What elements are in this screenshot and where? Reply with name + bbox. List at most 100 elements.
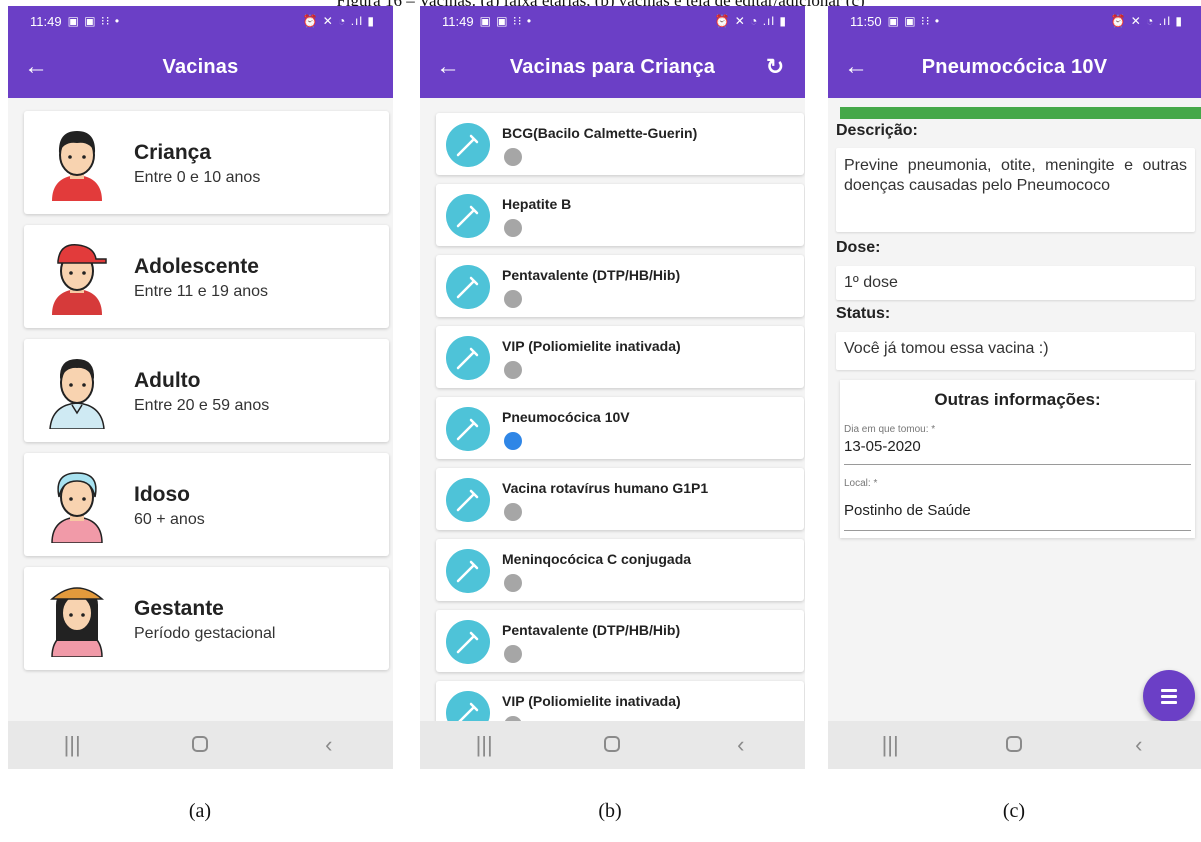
recents-button[interactable]: ||| xyxy=(42,732,102,758)
menu-icon xyxy=(1161,689,1177,692)
elderly-avatar-icon xyxy=(51,472,103,543)
syringe-icon xyxy=(446,194,490,238)
place-field[interactable]: Postinho de Saúde xyxy=(844,502,971,519)
vaccine-name: Pentavalente (DTP/HB/Hib) xyxy=(502,267,681,283)
vaccine-name: Hepatite B xyxy=(502,196,572,212)
category-card-crianca[interactable]: Criança Entre 0 e 10 anos xyxy=(24,111,389,214)
app-title: Vacinas para Criança xyxy=(509,55,716,78)
vaccine-item[interactable]: Meninqocócica C conjugada xyxy=(436,539,804,601)
progress-fill xyxy=(840,107,1201,119)
system-back-button[interactable]: ‹ xyxy=(1109,732,1169,758)
category-name: Idoso xyxy=(134,483,190,506)
vaccine-item[interactable]: Pentavalente (DTP/HB/Hib) xyxy=(436,255,804,317)
back-arrow-icon[interactable]: ← xyxy=(434,53,462,81)
status-bar: 11:50 ▣ ▣ ⁝⁝ • ⏰ ✕ ◔ .ıl ▮ xyxy=(828,6,1201,36)
vaccine-item[interactable]: Pentavalente (DTP/HB/Hib) xyxy=(436,610,804,672)
vaccine-status-dot xyxy=(504,645,522,663)
system-icons: ⏰ ✕ ◔ .ıl ▮ xyxy=(1110,14,1183,28)
dose-box: 1º dose xyxy=(836,266,1195,300)
pregnant-avatar-icon xyxy=(50,587,104,657)
system-back-button[interactable]: ‹ xyxy=(299,732,359,758)
notification-icons: ▣ ▣ ⁝⁝ • xyxy=(887,14,941,28)
category-name: Gestante xyxy=(134,597,224,620)
vaccine-name: Pneumocócica 10V xyxy=(502,409,630,425)
home-button[interactable] xyxy=(984,732,1044,758)
back-arrow-icon[interactable]: ← xyxy=(22,53,50,81)
syringe-icon xyxy=(446,478,490,522)
home-button[interactable] xyxy=(170,732,230,758)
category-age-range: Entre 20 e 59 anos xyxy=(134,397,270,414)
vaccine-item[interactable]: VIP (Poliomielite inativada) xyxy=(436,326,804,388)
vaccine-name: Meninqocócica C conjugada xyxy=(502,551,692,567)
category-age-range: Período gestacional xyxy=(134,625,276,642)
screen-vaccine-detail: 11:50 ▣ ▣ ⁝⁝ • ⏰ ✕ ◔ .ıl ▮ ← Pneumocócic… xyxy=(828,6,1201,769)
screen-vaccine-list: 11:49 ▣ ▣ ⁝⁝ • ⏰ ✕ ◔ .ıl ▮ ← Vacinas par… xyxy=(420,6,805,769)
system-nav-bar: ||| ‹ xyxy=(420,721,805,769)
caption-b: (b) xyxy=(598,800,622,822)
vaccine-status-dot xyxy=(504,148,522,166)
system-back-button[interactable]: ‹ xyxy=(711,732,771,758)
vaccine-status-dot xyxy=(504,574,522,592)
date-field[interactable]: 13-05-2020 xyxy=(844,438,921,455)
vaccine-name: BCG(Bacilo Calmette-Guerin) xyxy=(502,125,698,141)
system-nav-bar: ||| ‹ xyxy=(8,721,393,769)
app-bar: ← Vacinas para Criança ↻ xyxy=(420,36,805,98)
other-info-title: Outras informações: xyxy=(934,390,1101,409)
category-age-range: 60 + anos xyxy=(134,511,205,528)
category-name: Adulto xyxy=(134,369,201,392)
vaccine-item[interactable]: BCG(Bacilo Calmette-Guerin) xyxy=(436,113,804,175)
menu-icon-line xyxy=(1161,701,1177,704)
adult-avatar-icon xyxy=(49,359,105,429)
notification-icons: ▣ ▣ ⁝⁝ • xyxy=(479,14,533,28)
teen-avatar-icon xyxy=(52,244,107,315)
status-bar: 11:49 ▣ ▣ ⁝⁝ • ⏰ ✕ ◔ .ıl ▮ xyxy=(8,6,393,36)
vaccine-item[interactable]: Hepatite B xyxy=(436,184,804,246)
recents-button[interactable]: ||| xyxy=(860,732,920,758)
vaccine-name: VIP (Poliomielite inativada) xyxy=(502,338,681,354)
place-field-label: Local: * xyxy=(844,478,878,489)
app-bar: ← Vacinas xyxy=(8,36,393,98)
vaccine-name: Pentavalente (DTP/HB/Hib) xyxy=(502,622,681,638)
status-label: Status: xyxy=(836,305,891,322)
category-card-adulto[interactable]: Adulto Entre 20 e 59 anos xyxy=(24,339,389,442)
notification-icons: ▣ ▣ ⁝⁝ • xyxy=(67,14,121,28)
description-label: Descrição: xyxy=(836,122,918,139)
child-avatar-icon xyxy=(52,131,102,201)
vaccine-name: Vacina rotavírus humano G1P1 xyxy=(502,480,709,496)
vaccine-status-dot xyxy=(504,361,522,379)
category-card-adolescente[interactable]: Adolescente Entre 11 e 19 anos xyxy=(24,225,389,328)
vaccine-status-dot xyxy=(504,432,522,450)
category-card-gestante[interactable]: Gestante Período gestacional xyxy=(24,567,389,670)
vaccine-progress-bar xyxy=(840,107,1201,119)
vaccine-status-dot xyxy=(504,503,522,521)
status-bar: 11:49 ▣ ▣ ⁝⁝ • ⏰ ✕ ◔ .ıl ▮ xyxy=(420,6,805,36)
syringe-icon xyxy=(446,620,490,664)
recents-button[interactable]: ||| xyxy=(454,732,514,758)
screen-age-groups: 11:49 ▣ ▣ ⁝⁝ • ⏰ ✕ ◔ .ıl ▮ ← Vacinas Cri… xyxy=(8,6,393,769)
other-info-card: Outras informações: Dia em que tomou: * … xyxy=(840,380,1195,538)
category-name: Criança xyxy=(134,141,212,164)
app-title: Vacinas xyxy=(162,55,239,78)
refresh-icon[interactable]: ↻ xyxy=(761,53,789,81)
syringe-icon xyxy=(446,123,490,167)
date-field-label: Dia em que tomou: * xyxy=(844,424,936,435)
caption-c: (c) xyxy=(1002,800,1026,822)
syringe-icon xyxy=(446,407,490,451)
syringe-icon xyxy=(446,549,490,593)
description-box: Previne pneumonia, otite, meningite e ou… xyxy=(836,148,1195,232)
category-age-range: Entre 11 e 19 anos xyxy=(134,283,269,300)
menu-icon-line xyxy=(1161,695,1177,698)
category-card-idoso[interactable]: Idoso 60 + anos xyxy=(24,453,389,556)
back-arrow-icon[interactable]: ← xyxy=(842,53,870,81)
vaccine-item[interactable]: Vacina rotavírus humano G1P1 xyxy=(436,468,804,530)
caption-a: (a) xyxy=(188,800,212,822)
vaccine-name: VIP (Poliomielite inativada) xyxy=(502,693,681,709)
home-icon xyxy=(604,736,621,752)
status-time: 11:49 xyxy=(442,13,474,29)
home-button[interactable] xyxy=(582,732,642,758)
category-age-range: Entre 0 e 10 anos xyxy=(134,169,261,186)
vaccine-status-dot xyxy=(504,290,522,308)
vaccine-item[interactable]: Pneumocócica 10V xyxy=(436,397,804,459)
status-time: 11:50 xyxy=(850,13,882,29)
menu-fab-button[interactable] xyxy=(1143,670,1195,722)
